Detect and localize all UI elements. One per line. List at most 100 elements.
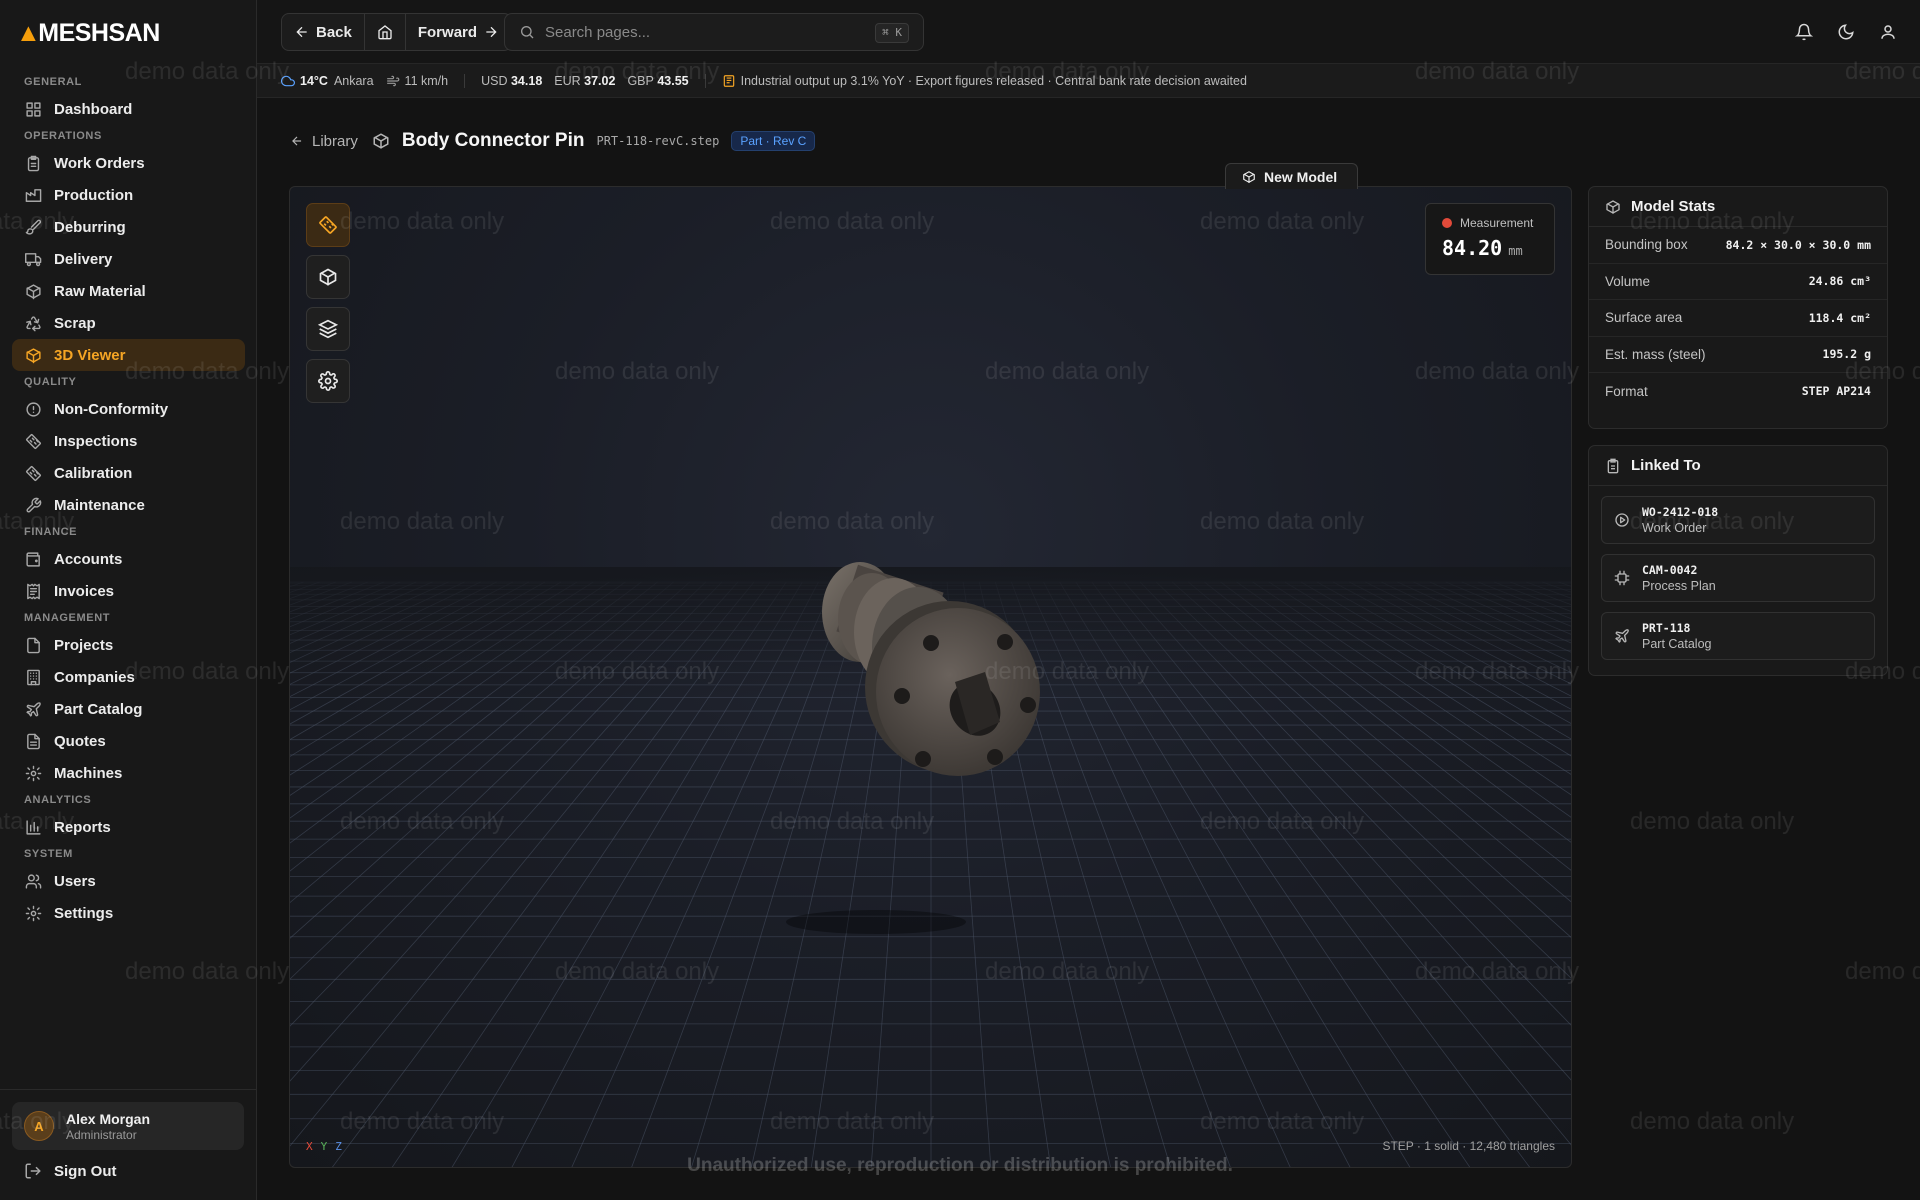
gear-icon bbox=[24, 904, 42, 922]
axis-indicator: X Y Z bbox=[306, 1140, 342, 1153]
plane-icon bbox=[24, 700, 42, 718]
sidebar-item-calibration[interactable]: Calibration bbox=[12, 457, 245, 489]
forward-button[interactable]: Forward bbox=[406, 14, 511, 50]
sidebar-item-delivery[interactable]: Delivery bbox=[12, 243, 245, 275]
stat-row: FormatSTEP AP214 bbox=[1589, 373, 1887, 410]
truck-icon bbox=[24, 250, 42, 268]
sidebar-item-label: Quotes bbox=[54, 733, 106, 750]
sidebar-item-3d-viewer[interactable]: 3D Viewer bbox=[12, 339, 245, 371]
sidebar-item-work-orders[interactable]: Work Orders bbox=[12, 147, 245, 179]
arrow-right-icon bbox=[483, 24, 499, 40]
sidebar-item-settings[interactable]: Settings bbox=[12, 897, 245, 929]
bell-icon[interactable] bbox=[1792, 20, 1816, 44]
cube-icon bbox=[1605, 199, 1621, 215]
sidebar-item-scrap[interactable]: Scrap bbox=[12, 307, 245, 339]
revision-badge: Part · Rev C bbox=[731, 131, 815, 151]
top-bar: Back Forward ⌘ K bbox=[257, 0, 1920, 64]
user-card[interactable]: A Alex Morgan Administrator bbox=[12, 1102, 244, 1150]
nav-section-title: QUALITY bbox=[0, 371, 257, 393]
linked-item-code: PRT-118 bbox=[1642, 621, 1711, 635]
sidebar-item-deburring[interactable]: Deburring bbox=[12, 211, 245, 243]
library-back-link[interactable]: Library bbox=[290, 133, 358, 150]
users-icon bbox=[24, 872, 42, 890]
sidebar-item-machines[interactable]: Machines bbox=[12, 757, 245, 789]
user-name: Alex Morgan bbox=[66, 1111, 150, 1127]
mesh-info: STEP · 1 solid · 12,480 triangles bbox=[1382, 1139, 1555, 1153]
file-icon bbox=[24, 636, 42, 654]
3d-scene[interactable] bbox=[290, 187, 1572, 1168]
sign-out-icon bbox=[24, 1162, 42, 1180]
linked-item-code: WO-2412-018 bbox=[1642, 505, 1718, 519]
stat-key: Bounding box bbox=[1605, 237, 1688, 252]
eur-label: EUR bbox=[554, 74, 580, 88]
avatar: A bbox=[24, 1111, 54, 1141]
sidebar-item-reports[interactable]: Reports bbox=[12, 811, 245, 843]
measure-tool-button[interactable] bbox=[306, 203, 350, 247]
sidebar-item-label: Users bbox=[54, 873, 96, 890]
cube-icon bbox=[1242, 170, 1256, 184]
stat-value: STEP AP214 bbox=[1802, 384, 1871, 398]
ticker-divider bbox=[464, 74, 465, 88]
linked-item-card[interactable]: WO-2412-018 Work Order bbox=[1601, 496, 1875, 544]
brand-logo[interactable]: ▲MESHSAN bbox=[16, 20, 160, 46]
measurement-dot bbox=[1442, 218, 1452, 228]
linked-item-type: Work Order bbox=[1642, 521, 1718, 535]
sidebar-item-invoices[interactable]: Invoices bbox=[12, 575, 245, 607]
brand-name: MESHSAN bbox=[38, 19, 160, 48]
sidebar-item-accounts[interactable]: Accounts bbox=[12, 543, 245, 575]
user-icon[interactable] bbox=[1876, 20, 1900, 44]
file-name: PRT-118-revC.step bbox=[596, 134, 719, 148]
sidebar-item-label: Delivery bbox=[54, 251, 112, 268]
sign-out-button[interactable]: Sign Out bbox=[24, 1160, 117, 1182]
stat-key: Volume bbox=[1605, 274, 1650, 289]
measurement-label: Measurement bbox=[1460, 216, 1533, 230]
file-text-icon bbox=[24, 732, 42, 750]
receipt-icon bbox=[24, 582, 42, 600]
watermark-text: demo data only bbox=[1630, 808, 1794, 836]
linked-item-type: Process Plan bbox=[1642, 579, 1716, 593]
linked-item-card[interactable]: PRT-118Part Catalog bbox=[1601, 612, 1875, 660]
home-icon bbox=[377, 24, 393, 40]
user-role: Administrator bbox=[66, 1128, 150, 1142]
sidebar-nav: GENERALDashboardOPERATIONSWork OrdersPro… bbox=[0, 71, 257, 929]
sidebar-item-projects[interactable]: Projects bbox=[12, 629, 245, 661]
layers-button[interactable] bbox=[306, 307, 350, 351]
view-cube-button[interactable] bbox=[306, 255, 350, 299]
sidebar-item-label: Maintenance bbox=[54, 497, 145, 514]
linked-item-card[interactable]: CAM-0042 Process Plan bbox=[1601, 554, 1875, 602]
new-model-button[interactable]: New Model bbox=[1225, 163, 1358, 189]
moon-icon[interactable] bbox=[1834, 20, 1858, 44]
sidebar-item-label: Calibration bbox=[54, 465, 132, 482]
home-button[interactable] bbox=[365, 14, 406, 50]
back-button[interactable]: Back bbox=[282, 14, 365, 50]
info-ticker: 14°C Ankara 11 km/h USD 34.18 EUR 37.02 … bbox=[257, 64, 1920, 98]
sidebar-item-companies[interactable]: Companies bbox=[12, 661, 245, 693]
3d-viewport[interactable]: Measurement 84.20mm X Y Z STEP · 1 solid… bbox=[289, 186, 1572, 1168]
search-input[interactable] bbox=[545, 24, 865, 41]
sidebar-item-quotes[interactable]: Quotes bbox=[12, 725, 245, 757]
linked-item-code: CAM-0042 bbox=[1642, 563, 1716, 577]
viewer-settings-button[interactable] bbox=[306, 359, 350, 403]
usd-label: USD bbox=[481, 74, 507, 88]
ticker-divider bbox=[705, 74, 706, 88]
sidebar-item-maintenance[interactable]: Maintenance bbox=[12, 489, 245, 521]
sidebar-item-part-catalog[interactable]: Part Catalog bbox=[12, 693, 245, 725]
sidebar-item-users[interactable]: Users bbox=[12, 865, 245, 897]
cube-icon bbox=[318, 267, 338, 287]
nav-section-title: OPERATIONS bbox=[0, 125, 257, 147]
arrow-left-icon bbox=[294, 24, 310, 40]
sign-out-label: Sign Out bbox=[54, 1163, 117, 1180]
sidebar-item-non-conformity[interactable]: Non-Conformity bbox=[12, 393, 245, 425]
plane-icon bbox=[1614, 628, 1630, 644]
sidebar-item-dashboard[interactable]: Dashboard bbox=[12, 93, 245, 125]
sidebar-item-inspections[interactable]: Inspections bbox=[12, 425, 245, 457]
ruler-icon bbox=[24, 432, 42, 450]
cube-icon bbox=[24, 346, 42, 364]
clipboard-icon bbox=[1605, 458, 1621, 474]
sidebar-item-raw-material[interactable]: Raw Material bbox=[12, 275, 245, 307]
play-circle-icon bbox=[1614, 512, 1630, 528]
sidebar-item-label: Companies bbox=[54, 669, 135, 686]
measurement-value: 84.20 bbox=[1442, 236, 1502, 260]
ruler-icon bbox=[24, 464, 42, 482]
sidebar-item-production[interactable]: Production bbox=[12, 179, 245, 211]
